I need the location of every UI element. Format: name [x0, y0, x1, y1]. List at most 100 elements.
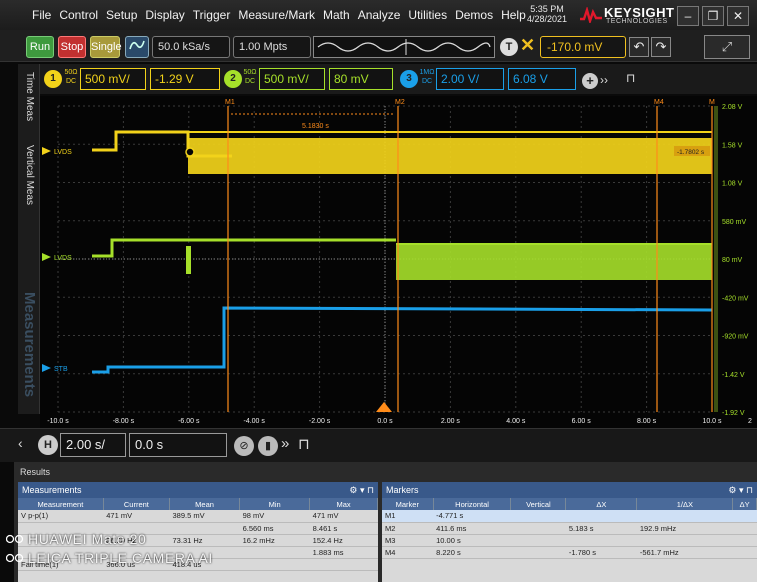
menu-measure-mark[interactable]: Measure/Mark	[234, 8, 319, 22]
channel-2-offset[interactable]: 80 mV	[329, 68, 393, 90]
table-row[interactable]: M3 10.00 s	[382, 534, 757, 547]
x-tick-label: -2.00 s	[309, 418, 331, 425]
horizontal-badge[interactable]: H	[38, 435, 58, 455]
timebase-pin-icon[interactable]: ⊓	[298, 435, 310, 453]
clock-date: 4/28/2021	[526, 14, 568, 24]
meas-col-measurement[interactable]: Measurement	[18, 498, 104, 510]
undo-button[interactable]: ↶	[629, 37, 649, 57]
mark-dy	[732, 534, 757, 547]
trigger-button[interactable]: T	[500, 38, 518, 56]
stop-button[interactable]: Stop	[58, 36, 86, 58]
mark-name: M4	[382, 546, 434, 559]
waveform-graticule[interactable]: M1 M2 M4 M 5.1830 s -1.7802 s LVDS LVDS STB -10.…	[40, 96, 757, 428]
camera-lens-icon	[6, 534, 24, 544]
mark-col-horizontal[interactable]: Horizontal	[433, 498, 512, 510]
waveform-display[interactable]: M1 M2 M4 M 5.1830 s -1.7802 s LVDS LVDS STB -10.…	[40, 96, 757, 436]
channel-1-offset[interactable]: -1.29 V	[150, 68, 220, 90]
mark-col-dy[interactable]: ΔY	[732, 498, 757, 510]
channel-3-coupling: 1MΩ DC	[419, 69, 435, 85]
meas-max: 8.461 s	[309, 522, 378, 535]
menu-trigger[interactable]: Trigger	[189, 8, 235, 22]
more-channels-icon[interactable]: ››	[600, 73, 608, 87]
meas-mean: 389.5 mV	[169, 510, 240, 523]
touch-tools-button[interactable]: ⤢	[704, 35, 750, 59]
autoscale-button[interactable]	[125, 36, 149, 58]
marker-label: M1	[225, 99, 235, 106]
channel-1-trace-band	[188, 138, 712, 174]
x-tick-label: 8.00 s	[637, 418, 657, 425]
meas-name: V p-p(1)	[18, 510, 104, 523]
tab-vertical-meas[interactable]: Vertical Meas	[18, 132, 40, 218]
menu-display[interactable]: Display	[141, 8, 188, 22]
clock-time: 5:35 PM	[530, 4, 564, 14]
meas-col-mean[interactable]: Mean	[169, 498, 241, 510]
table-row[interactable]: V p-p(1) 471 mV 389.5 mV 98 mV 471 mV	[18, 510, 378, 523]
timebase-scale-field[interactable]: 2.00 s/	[60, 433, 126, 457]
sample-rate-field[interactable]: 50.0 kSa/s	[152, 36, 230, 58]
channel-3-badge[interactable]: 3	[400, 70, 418, 88]
collapse-arrow-icon[interactable]: ‹	[18, 435, 23, 451]
minimize-button[interactable]: –	[677, 6, 699, 26]
x-tick-label: 10.0 s	[702, 418, 722, 425]
menu-demos[interactable]: Demos	[451, 8, 497, 22]
mark-dy	[732, 510, 757, 523]
acquire-mode-icon[interactable]: ▮	[258, 436, 278, 456]
meas-col-max[interactable]: Max	[309, 498, 378, 510]
x-tick-label: -4.00 s	[243, 418, 265, 425]
marker-label: M	[709, 99, 715, 106]
markers-table: Marker Horizontal Vertical ΔX 1/ΔX ΔY M1…	[382, 498, 757, 559]
channel-2-badge[interactable]: 2	[224, 70, 242, 88]
trigger-level-field[interactable]: -170.0 mV	[540, 36, 626, 58]
marker-label: M4	[654, 99, 664, 106]
menu-analyze[interactable]: Analyze	[354, 8, 405, 22]
menu-file[interactable]: File	[28, 8, 55, 22]
table-row[interactable]: M4 8.220 s -1.780 s -561.7 mHz	[382, 546, 757, 559]
maximize-button[interactable]: ❐	[702, 6, 724, 26]
meas-col-min[interactable]: Min	[239, 498, 311, 510]
memory-depth-field[interactable]: 1.00 Mpts	[233, 36, 311, 58]
trigger-cross-icon: ✕	[520, 35, 536, 55]
camera-watermark: HUAWEI Mate 20 LEICA TRIPLE CAMERA AI	[6, 530, 213, 568]
mark-col-dx[interactable]: ΔX	[565, 498, 638, 510]
mark-col-inv-dx[interactable]: 1/ΔX	[636, 498, 734, 510]
mark-vertical	[510, 522, 566, 535]
trigger-wave-preview[interactable]	[313, 36, 495, 58]
mark-inv-dx	[636, 534, 733, 547]
mark-name: M2	[382, 522, 434, 535]
table-row[interactable]: M2 411.6 ms 5.183 s 192.9 mHz	[382, 522, 757, 535]
menu-math[interactable]: Math	[319, 8, 354, 22]
menu-setup[interactable]: Setup	[102, 8, 141, 22]
meas-max	[309, 558, 378, 571]
touch-icon: ⤢	[721, 39, 733, 54]
channel-3-scale[interactable]: 2.00 V/	[436, 68, 504, 90]
tab-time-meas[interactable]: Time Meas	[18, 66, 40, 128]
pin-icon[interactable]: ⊓	[626, 71, 635, 85]
expand-arrow-icon[interactable]: »	[281, 435, 289, 452]
channel-2-scale[interactable]: 500 mV/	[259, 68, 325, 90]
run-button[interactable]: Run	[26, 36, 54, 58]
markers-settings-icon[interactable]: ⚙ ▾ ⊓	[728, 482, 753, 498]
measurements-settings-icon[interactable]: ⚙ ▾ ⊓	[349, 482, 374, 498]
y-tick-label: 80 mV	[722, 257, 743, 264]
single-button[interactable]: Single	[90, 36, 122, 58]
table-row[interactable]: M1 -4.771 s	[382, 510, 757, 523]
channel-1-scale[interactable]: 500 mV/	[80, 68, 146, 90]
redo-button[interactable]: ↷	[651, 37, 671, 57]
add-channel-button[interactable]: +	[582, 73, 598, 89]
channel-3-offset[interactable]: 6.08 V	[508, 68, 576, 90]
y-tick-label: -420 mV	[722, 295, 749, 302]
meas-col-current[interactable]: Current	[103, 498, 171, 510]
timebase-position-field[interactable]: 0.0 s	[129, 433, 227, 457]
close-button[interactable]: ✕	[727, 6, 749, 26]
tab-measurements[interactable]: Measurements	[18, 280, 40, 410]
mark-col-vertical[interactable]: Vertical	[510, 498, 567, 510]
x-tick-label: 4.00 s	[506, 418, 526, 425]
menu-utilities[interactable]: Utilities	[404, 8, 451, 22]
zoom-icon[interactable]: ⊘	[234, 436, 254, 456]
y-tick-label: -920 mV	[722, 334, 749, 341]
mark-dx: 5.183 s	[565, 522, 637, 535]
channel-1-badge[interactable]: 1	[44, 70, 62, 88]
menu-control[interactable]: Control	[55, 8, 102, 22]
watermark-camera: LEICA TRIPLE CAMERA AI	[28, 550, 213, 566]
mark-col-marker[interactable]: Marker	[382, 498, 434, 510]
